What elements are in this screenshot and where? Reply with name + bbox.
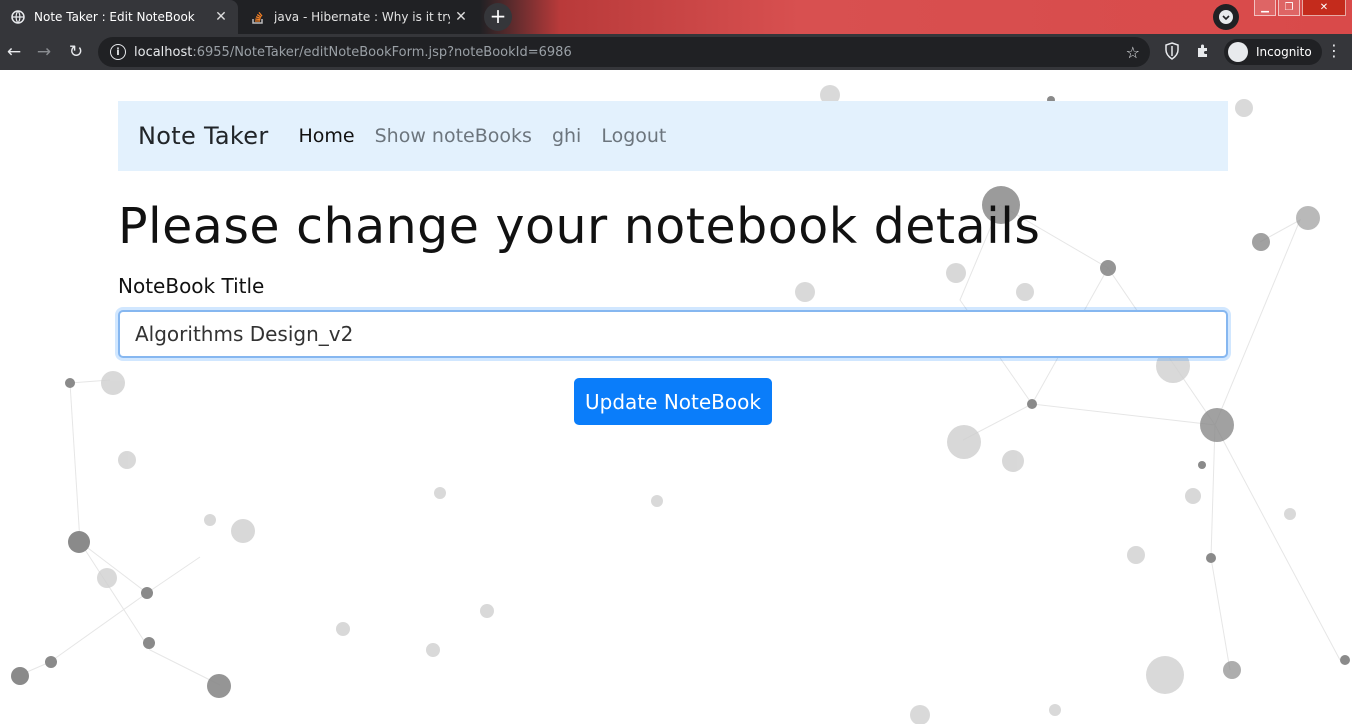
notebook-title-input[interactable] [118, 310, 1228, 358]
window-close-button[interactable]: ✕ [1302, 0, 1346, 16]
tab-title: java - Hibernate : Why is it trying [274, 10, 450, 24]
address-bar[interactable]: i localhost:6955/NoteTaker/editNoteBookF… [98, 37, 1150, 67]
globe-icon [10, 9, 26, 25]
notebook-title-label: NoteBook Title [118, 274, 265, 298]
window-controls: ▁ ❐ ✕ [1252, 0, 1346, 16]
nav-link-user[interactable]: ghi [552, 125, 581, 147]
site-info-icon[interactable]: i [110, 44, 126, 60]
more-menu-icon[interactable]: ⋮ [1326, 41, 1342, 60]
browser-tab-strip: Note Taker : Edit NoteBook ✕ java - Hibe… [0, 0, 1352, 34]
restore-button[interactable]: ❐ [1278, 0, 1300, 16]
tab-title: Note Taker : Edit NoteBook [34, 10, 195, 24]
browser-tab-active[interactable]: Note Taker : Edit NoteBook ✕ [0, 0, 238, 34]
puzzle-extensions-icon[interactable] [1192, 40, 1214, 62]
tab-search-button[interactable] [1213, 4, 1239, 30]
browser-toolbar: ← → ↻ i localhost:6955/NoteTaker/editNot… [0, 34, 1352, 70]
url-path: :6955/NoteTaker/editNoteBookForm.jsp?not… [192, 44, 572, 60]
forward-arrow-icon[interactable]: → [32, 40, 56, 64]
nav-link-home[interactable]: Home [299, 125, 355, 147]
incognito-badge[interactable]: Incognito [1224, 39, 1322, 65]
page-title: Please change your notebook details [118, 198, 1041, 255]
bookmark-star-icon[interactable]: ☆ [1126, 43, 1140, 62]
close-tab-icon[interactable]: ✕ [450, 9, 472, 25]
back-arrow-icon[interactable]: ← [2, 40, 26, 64]
navbar-brand[interactable]: Note Taker [138, 122, 269, 150]
shield-extension-icon[interactable] [1161, 40, 1183, 62]
close-tab-icon[interactable]: ✕ [210, 9, 232, 25]
minimize-button[interactable]: ▁ [1254, 0, 1276, 16]
incognito-label: Incognito [1256, 45, 1312, 59]
top-navbar: Note Taker Home Show noteBooks ghi Logou… [118, 101, 1228, 171]
url-host: localhost [134, 44, 193, 60]
incognito-icon [1228, 42, 1248, 62]
browser-tab-inactive[interactable]: java - Hibernate : Why is it trying ✕ [238, 0, 478, 34]
reload-icon[interactable]: ↻ [64, 40, 88, 64]
new-tab-button[interactable]: + [484, 3, 512, 31]
chevron-down-icon [1219, 10, 1233, 24]
update-notebook-button[interactable]: Update NoteBook [574, 378, 772, 425]
nav-link-show-notebooks[interactable]: Show noteBooks [375, 125, 532, 147]
stackoverflow-icon [250, 9, 266, 25]
page-content: Note Taker Home Show noteBooks ghi Logou… [0, 70, 1352, 724]
nav-link-logout[interactable]: Logout [601, 125, 666, 147]
